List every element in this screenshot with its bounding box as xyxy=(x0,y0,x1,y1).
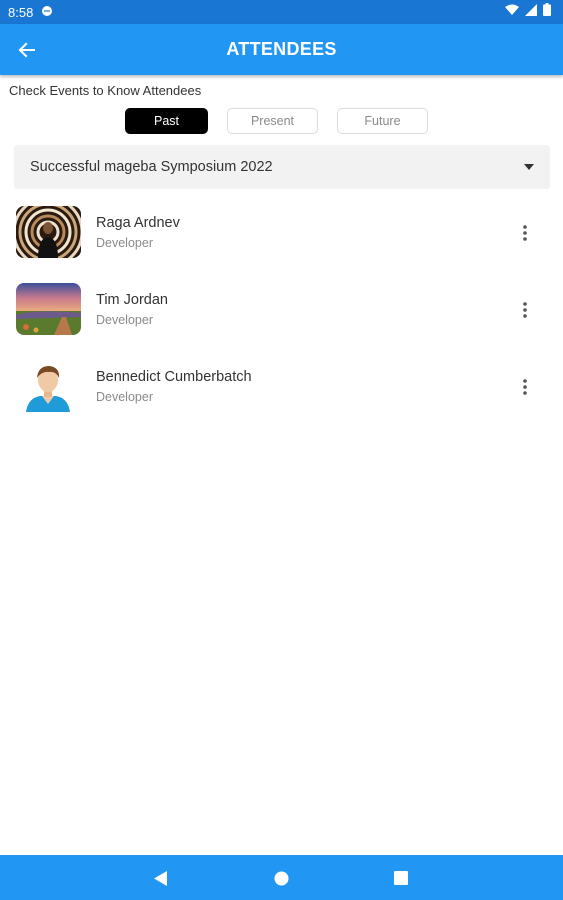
more-options-button[interactable] xyxy=(512,220,538,246)
attendee-name: Bennedict Cumberbatch xyxy=(96,369,252,385)
attendee-name: Raga Ardnev xyxy=(96,215,180,231)
circle-home-icon xyxy=(274,871,288,885)
status-bar: 8:58 xyxy=(0,0,563,24)
more-options-button[interactable] xyxy=(512,297,538,323)
events-hint: Check Events to Know Attendees xyxy=(9,83,202,98)
system-nav-bar xyxy=(0,855,563,900)
triangle-back-icon xyxy=(154,870,167,886)
more-vert-icon xyxy=(523,225,527,241)
tab-present[interactable]: Present xyxy=(227,108,318,134)
page-title: ATTENDEES xyxy=(226,39,337,59)
landscape-photo xyxy=(16,283,81,335)
wifi-icon xyxy=(505,3,519,21)
more-options-button[interactable] xyxy=(512,374,538,400)
nav-home-button[interactable] xyxy=(270,867,292,889)
attendee-list: Raga Ardnev Developer Tim Jordan Develop… xyxy=(0,204,563,435)
event-dropdown-value: Successful mageba Symposium 2022 xyxy=(30,159,273,175)
list-item[interactable]: Bennedict Cumberbatch Developer xyxy=(0,358,563,435)
back-button[interactable] xyxy=(12,35,42,65)
square-recents-icon xyxy=(394,871,408,885)
dropdown-arrow-icon xyxy=(524,164,534,170)
nav-back-button[interactable] xyxy=(150,867,172,889)
list-item[interactable]: Raga Ardnev Developer xyxy=(0,204,563,281)
more-vert-icon xyxy=(523,379,527,395)
battery-icon xyxy=(543,3,551,21)
event-time-tabs: Past Present Future xyxy=(125,108,428,134)
signal-icon xyxy=(525,3,537,21)
spiral-photo xyxy=(16,206,81,258)
attendee-role: Developer xyxy=(96,313,153,327)
notification-icon xyxy=(41,5,53,20)
cartoon-man-avatar xyxy=(16,360,81,412)
nav-recents-button[interactable] xyxy=(390,867,412,889)
status-time: 8:58 xyxy=(8,4,34,20)
more-vert-icon xyxy=(523,302,527,318)
tab-future[interactable]: Future xyxy=(337,108,428,134)
app-bar: ATTENDEES xyxy=(0,24,563,75)
arrow-left-icon xyxy=(18,42,35,58)
attendee-role: Developer xyxy=(96,390,153,404)
tab-past[interactable]: Past xyxy=(125,108,208,134)
list-item[interactable]: Tim Jordan Developer xyxy=(0,281,563,358)
attendee-role: Developer xyxy=(96,236,153,250)
attendee-name: Tim Jordan xyxy=(96,292,168,308)
event-dropdown[interactable]: Successful mageba Symposium 2022 xyxy=(14,145,550,189)
